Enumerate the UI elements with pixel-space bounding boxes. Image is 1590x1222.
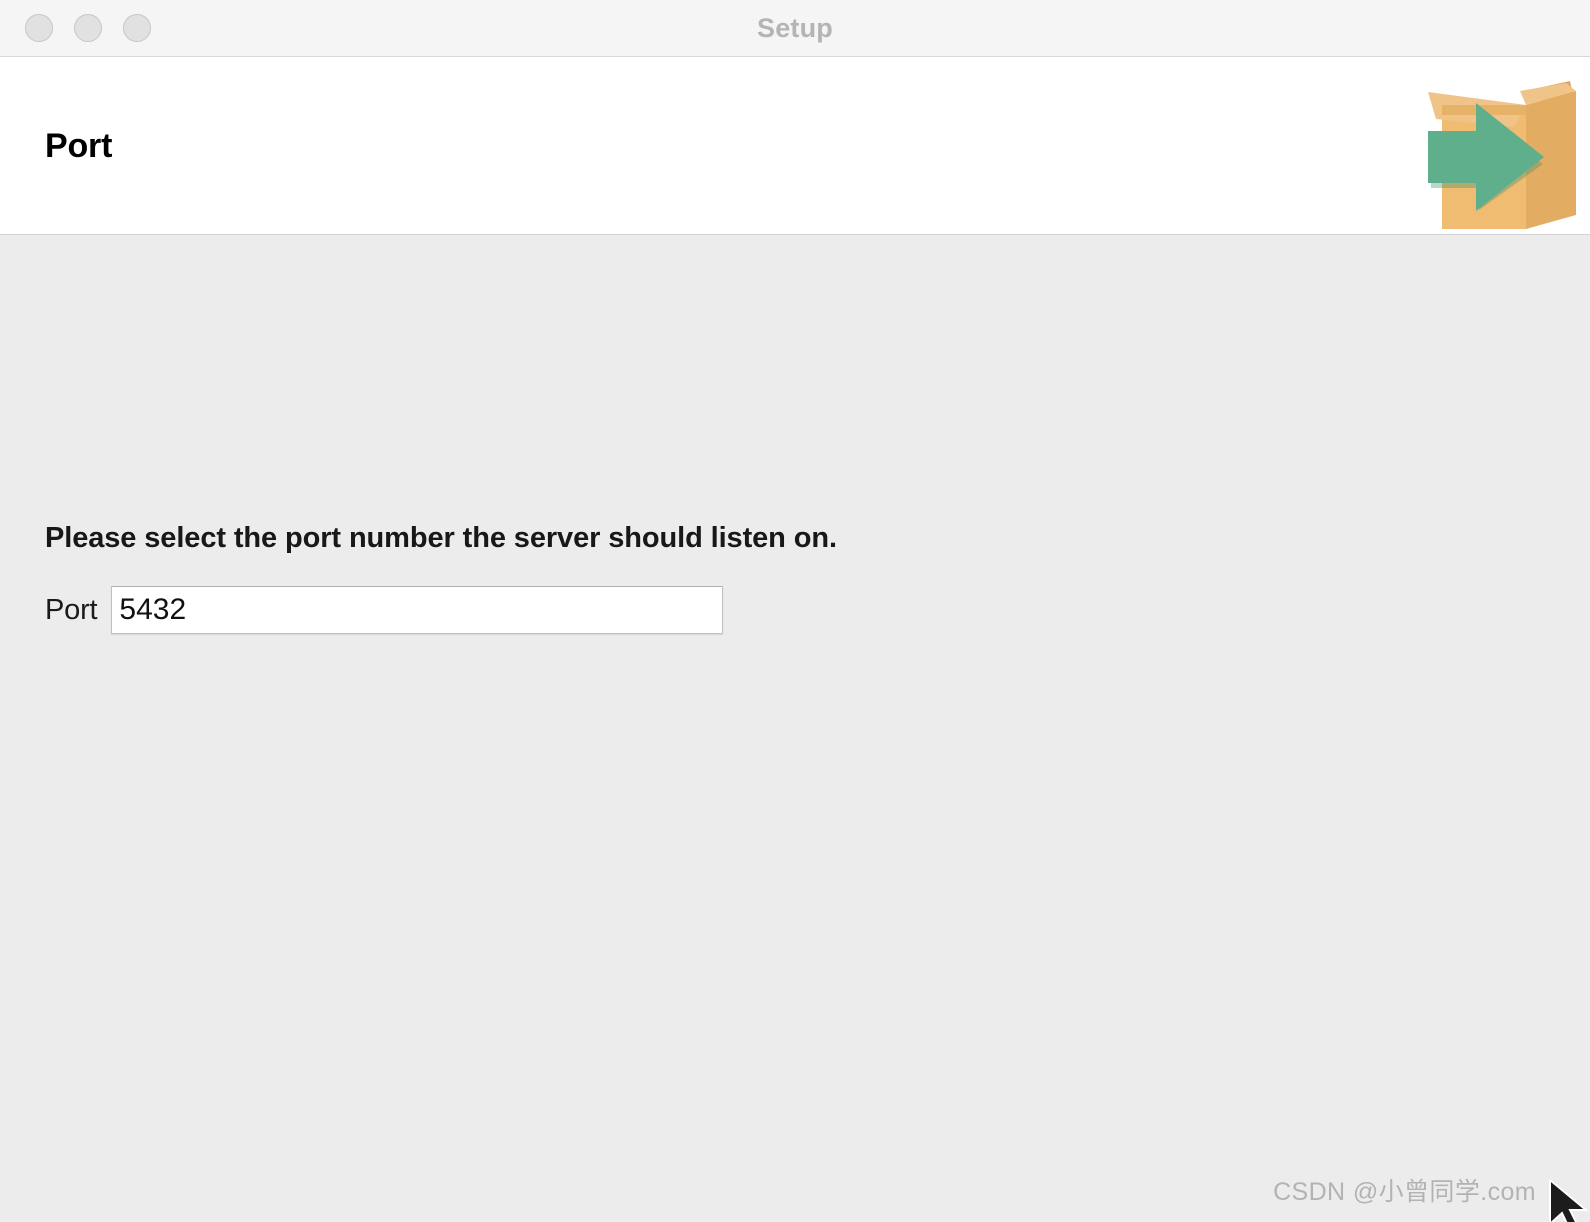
window-titlebar: Setup xyxy=(0,0,1590,57)
page-title: Port xyxy=(45,127,113,165)
close-button-icon[interactable] xyxy=(25,14,53,42)
csdn-watermark: CSDN @小曾同学.com xyxy=(1273,1178,1536,1206)
install-box-arrow-icon xyxy=(1414,69,1582,232)
zoom-button-icon[interactable] xyxy=(123,14,151,42)
minimize-button-icon[interactable] xyxy=(74,14,102,42)
mouse-cursor-icon xyxy=(1548,1177,1590,1222)
page-body: Please select the port number the server… xyxy=(0,235,1590,1222)
port-field-row: Port xyxy=(45,586,724,634)
window-title: Setup xyxy=(756,12,833,43)
traffic-light-group xyxy=(0,14,151,42)
port-input[interactable] xyxy=(111,586,724,634)
port-field-label: Port xyxy=(45,593,98,626)
page-header: Port xyxy=(0,57,1590,235)
instruction-text: Please select the port number the server… xyxy=(45,522,837,554)
setup-window: Setup Port Please select the port number… xyxy=(0,0,1590,1222)
